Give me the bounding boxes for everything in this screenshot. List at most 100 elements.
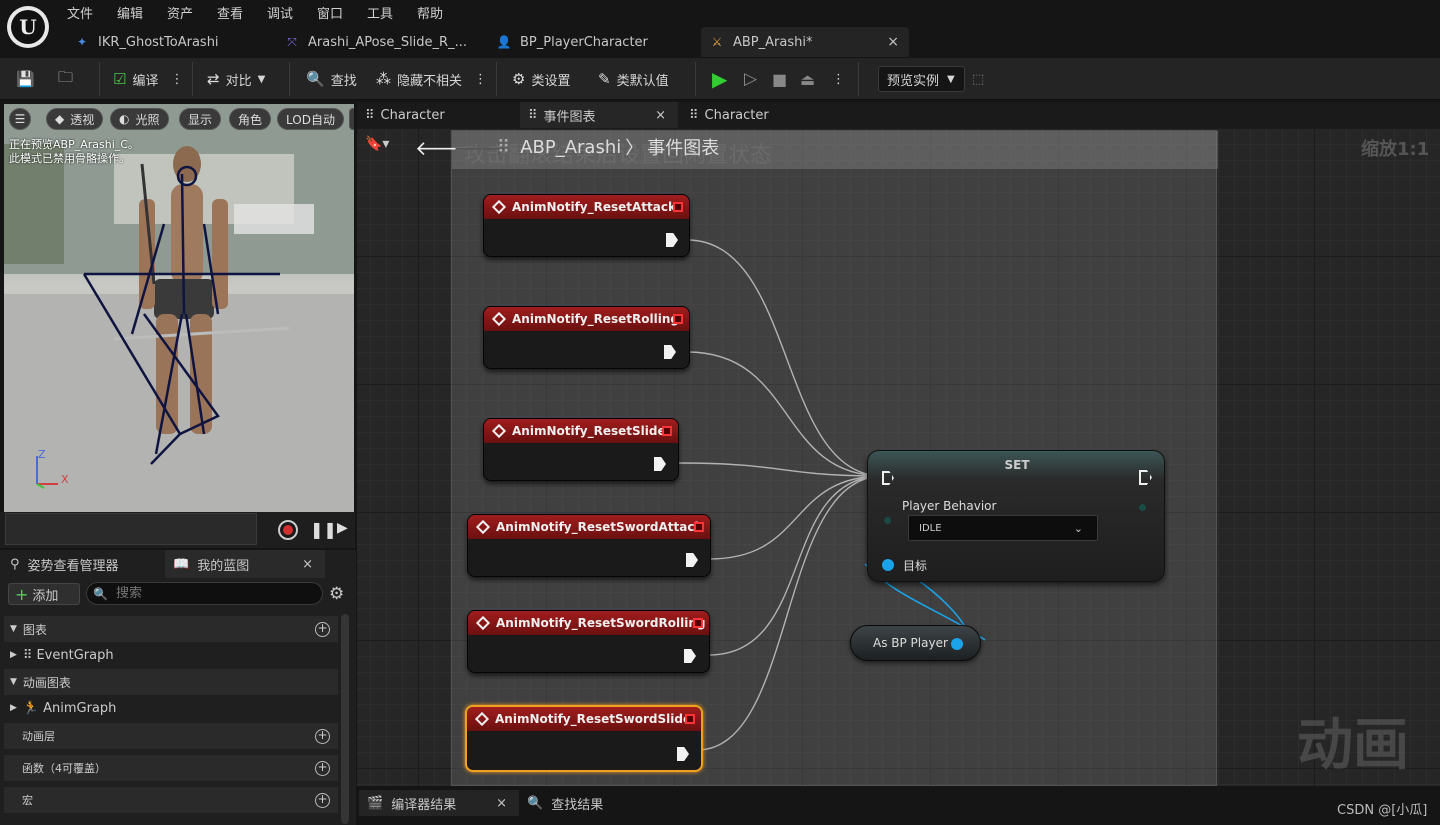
add-graph-icon[interactable]: + [315,621,330,637]
event-node-reset-sword-rolling[interactable]: AnimNotify_ResetSwordRolling [467,610,710,673]
search-field[interactable]: 🔍 [86,582,323,605]
pause-button[interactable]: ❚❚ [310,520,337,539]
hide-unrelated-button[interactable]: ⁂ 隐藏不相关 ⋮ [376,66,487,92]
section-anim-graphs[interactable]: ▼ 动画图表 [4,669,338,695]
menu-view[interactable]: 查看 [217,3,243,22]
event-node-reset-attack[interactable]: AnimNotify_ResetAttack [483,194,690,257]
browse-button[interactable]: 🗀 [58,66,79,92]
menu-file[interactable]: 文件 [67,3,93,22]
tab-event-graph[interactable]: ⠿ 事件图表 × [520,102,678,128]
tab-pose-watch[interactable]: ⚲ 姿势查看管理器 [0,550,165,578]
timeline-scrubber[interactable] [5,513,257,545]
delegate-pin-icon[interactable] [662,426,672,436]
delegate-pin-icon[interactable] [694,522,704,532]
menu-window[interactable]: 窗口 [317,3,343,22]
doc-tab-bp-player[interactable]: 👤 BP_PlayerCharacter [488,27,698,57]
lighting-button[interactable]: ◐ 光照 [110,108,169,130]
play-button[interactable]: ▶ [712,66,727,92]
show-button[interactable]: 显示 [179,108,222,130]
character-button[interactable]: 角色 [229,108,272,130]
exec-input-pin[interactable] [882,471,894,485]
compile-button[interactable]: ☑ 编译 ⋮ [113,66,183,92]
settings-button[interactable]: ⚙ [329,584,344,604]
viewport-menu-button[interactable]: ☰ [9,108,31,130]
unreal-logo-icon[interactable]: U [7,6,49,48]
section-macros[interactable]: 宏 + [4,787,338,813]
hide-options-icon[interactable]: ⋮ [474,72,487,87]
class-settings-button[interactable]: ⚙ 类设置 [512,66,570,92]
set-node[interactable]: SET Player Behavior IDLE ⌄ 目标 [867,450,1165,582]
find-button[interactable]: 🔍 查找 [306,66,357,92]
delegate-pin-icon[interactable] [685,714,695,724]
close-tab-button[interactable]: × [302,557,313,572]
record-button[interactable] [278,520,298,540]
doc-tab-ikr[interactable]: ✦ IKR_GhostToArashi [66,27,276,57]
panel-scrollbar[interactable] [341,614,349,824]
close-tab-button[interactable]: × [887,34,899,50]
section-graphs[interactable]: ▼ 图表 + [4,616,338,642]
perspective-button[interactable]: ◆ 透视 [46,108,104,130]
menu-asset[interactable]: 资产 [167,3,193,22]
tab-my-blueprint[interactable]: 📖 我的蓝图 × [165,550,325,578]
list-item-anim-graph[interactable]: ▶ 🏃 AnimGraph [4,695,338,721]
event-node-reset-sword-slide[interactable]: AnimNotify_ResetSwordSlide [465,705,703,772]
advance-frame-button[interactable]: ▷ [744,66,757,92]
event-graph-canvas[interactable]: 攻击翻滚结束后设置回闲置状态 🔖▾ 🡐 🡒 ⠿ ABP_Arashi 〉 事件图… [357,128,1440,786]
doc-tab-abp-arashi[interactable]: ⚔ ABP_Arashi* × [701,27,909,57]
add-layer-icon[interactable]: + [315,728,330,744]
enum-input-pin[interactable] [884,517,891,524]
menu-edit[interactable]: 编辑 [117,3,143,22]
class-defaults-button[interactable]: ✎ 类默认值 [598,66,669,92]
exec-output-pin[interactable] [684,649,696,663]
object-output-pin[interactable] [951,638,963,650]
delegate-pin-icon[interactable] [693,618,703,628]
compile-options-icon[interactable]: ⋮ [170,72,183,87]
exec-output-pin[interactable] [1139,470,1152,485]
exec-output-pin[interactable] [664,345,676,359]
tab-character-2[interactable]: ⠿ Character [681,102,841,128]
enum-value-dropdown[interactable]: IDLE ⌄ [908,515,1098,541]
list-item-event-graph[interactable]: ▶ ⠿ EventGraph [4,642,338,668]
menu-debug[interactable]: 调试 [267,3,293,22]
close-tab-button[interactable]: × [655,108,666,123]
viewport-more-button[interactable] [349,108,354,130]
event-node-reset-rolling[interactable]: AnimNotify_ResetRolling [483,306,690,369]
diff-button[interactable]: ⇄ 对比 ▼ [207,66,265,92]
tab-compiler-results[interactable]: 🎬 编译器结果 × [359,790,519,816]
stop-button[interactable]: ■ [772,66,787,92]
add-button[interactable]: + 添加 [8,583,80,605]
save-button[interactable]: 💾 [16,66,41,92]
delegate-pin-icon[interactable] [673,314,683,324]
close-tab-button[interactable]: × [496,796,507,811]
doc-tab-anim-sequence[interactable]: ⤧ Arashi_APose_Slide_R_... [276,27,486,57]
play-options-button[interactable]: ⋮ [832,66,845,92]
menu-help[interactable]: 帮助 [417,3,443,22]
step-forward-button[interactable]: ▶ [337,520,348,536]
graph-watermark: 动画 [1297,713,1409,778]
target-pin[interactable] [882,559,894,571]
enum-output-pin[interactable] [1139,504,1146,511]
menu-tools[interactable]: 工具 [367,3,393,22]
event-node-reset-slide[interactable]: AnimNotify_ResetSlide [483,418,679,481]
add-function-icon[interactable]: + [315,760,330,776]
lod-button[interactable]: LOD自动 [277,108,344,130]
section-anim-layers[interactable]: 动画层 + [4,723,338,749]
event-node-reset-sword-attack[interactable]: AnimNotify_ResetSwordAttack [467,514,711,577]
delegate-pin-icon[interactable] [673,202,683,212]
eject-button[interactable]: ⏏ [800,66,815,92]
section-functions[interactable]: 函数（4可覆盖） + [4,755,338,781]
cast-node[interactable]: As BP Player [850,625,981,661]
preview-viewport[interactable]: ☰ ◆ 透视 ◐ 光照 显示 角色 LOD自动 正在预览ABP_Arashi_C。 … [4,104,354,512]
tab-find-results[interactable]: 🔍 查找结果 [523,790,643,816]
debug-object-button[interactable]: ⬚ [972,66,984,92]
exec-output-pin[interactable] [686,553,698,567]
exec-output-pin[interactable] [654,457,666,471]
search-input[interactable] [115,586,296,601]
add-macro-icon[interactable]: + [315,792,330,808]
exec-output-pin[interactable] [666,233,678,247]
hide-unrelated-icon: ⁂ [376,70,391,88]
lighting-icon: ◐ [119,112,130,126]
preview-instance-dropdown[interactable]: 预览实例 ▼ [878,66,965,92]
exec-output-pin[interactable] [677,747,689,761]
tab-character-1[interactable]: ⠿ Character [357,102,517,128]
